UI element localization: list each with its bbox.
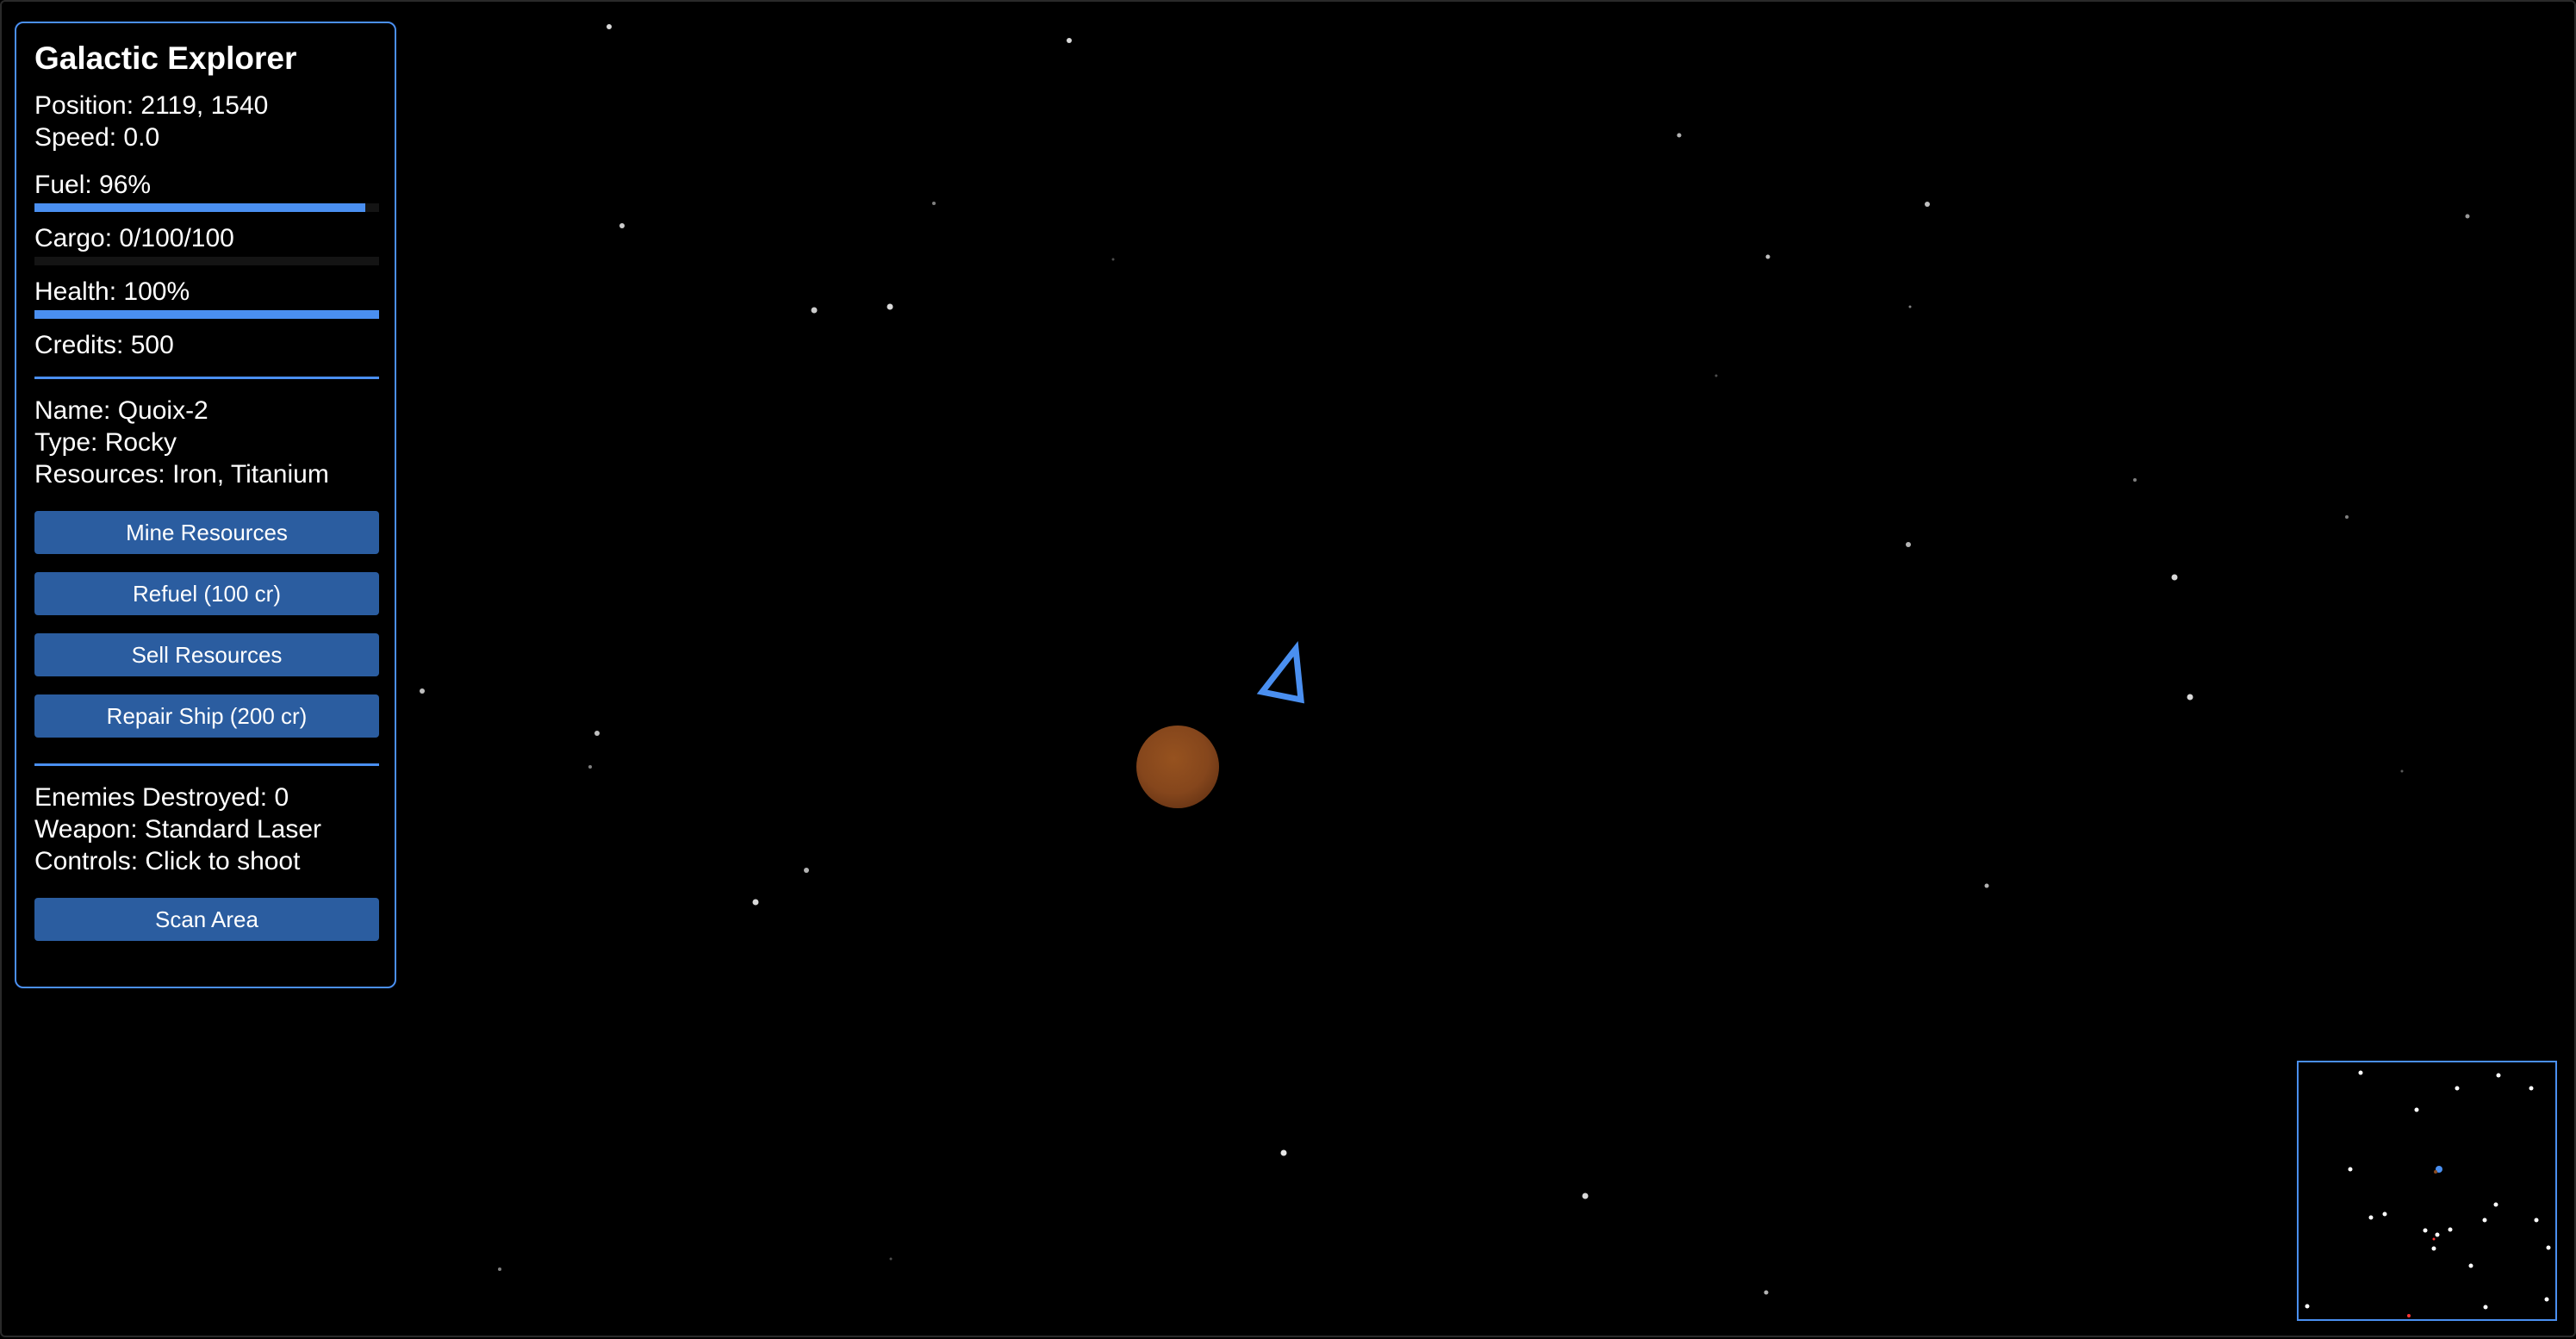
mine-resources-button[interactable]: Mine Resources bbox=[34, 511, 379, 554]
cargo-bar bbox=[34, 257, 379, 265]
fuel-bar-fill bbox=[34, 203, 365, 212]
weapon-readout: Weapon: Standard Laser bbox=[34, 815, 322, 844]
speed-readout: Speed: 0.0 bbox=[34, 123, 160, 152]
triangle-outline-ship-icon bbox=[1256, 640, 1304, 704]
minimap-stars bbox=[2305, 1070, 2551, 1310]
game-title: Galactic Explorer bbox=[34, 40, 297, 76]
minimap-canvas bbox=[2305, 1070, 2551, 1317]
controls-hint: Controls: Click to shoot bbox=[34, 847, 301, 875]
position-readout: Position: 2119, 1540 bbox=[34, 91, 269, 120]
health-bar bbox=[34, 310, 379, 319]
enemies-destroyed: Enemies Destroyed: 0 bbox=[34, 783, 289, 812]
minimap-planet-marker bbox=[2434, 1170, 2437, 1174]
stars bbox=[258, 24, 2470, 1295]
minimap-enemy-marker bbox=[2407, 1314, 2411, 1317]
credits-readout: Credits: 500 bbox=[34, 331, 174, 359]
planet-icon[interactable] bbox=[1136, 726, 1219, 808]
health-label: Health: 100% bbox=[34, 277, 190, 306]
planet-name: Name: Quoix-2 bbox=[34, 396, 208, 425]
repair-ship-button[interactable]: Repair Ship (200 cr) bbox=[34, 694, 379, 738]
minimap[interactable] bbox=[2297, 1061, 2557, 1321]
sell-resources-button[interactable]: Sell Resources bbox=[34, 633, 379, 676]
refuel-button[interactable]: Refuel (100 cr) bbox=[34, 572, 379, 615]
game-viewport[interactable]: Galactic Explorer Position: 2119, 1540 S… bbox=[0, 0, 2576, 1337]
health-bar-fill bbox=[34, 310, 379, 319]
planet-type: Type: Rocky bbox=[34, 428, 177, 457]
cargo-label: Cargo: 0/100/100 bbox=[34, 224, 234, 252]
minimap-enemy-marker bbox=[2432, 1237, 2436, 1241]
scan-area-button[interactable]: Scan Area bbox=[34, 898, 379, 941]
info-panel: Galactic Explorer Position: 2119, 1540 S… bbox=[15, 22, 396, 988]
planet-resources: Resources: Iron, Titanium bbox=[34, 460, 329, 489]
fuel-bar bbox=[34, 203, 379, 212]
fuel-label: Fuel: 96% bbox=[34, 171, 152, 199]
divider bbox=[34, 763, 379, 766]
divider bbox=[34, 377, 379, 379]
